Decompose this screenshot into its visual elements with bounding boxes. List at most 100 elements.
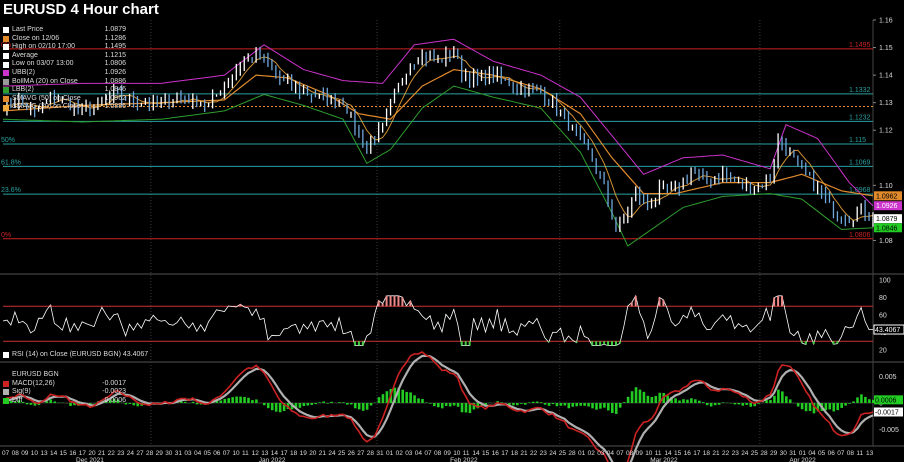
- x-tick-label: 22: [722, 450, 730, 457]
- macd-diff-bar: [409, 392, 412, 403]
- legend-entry: High on 02/10 17:00 1.1495: [3, 43, 126, 52]
- legend-label: Sig(9): [12, 388, 31, 396]
- x-tick-label: 31: [789, 450, 797, 457]
- legend-value: -0.0017: [102, 379, 126, 387]
- macd-diff-bar: [433, 403, 436, 407]
- legend-value: -0.0023: [102, 388, 126, 396]
- legend-value: 0.0006: [104, 396, 126, 404]
- legend-entry: SMAVG (50) on Close 1.0962: [3, 95, 126, 104]
- macd-diff-bar: [836, 403, 840, 411]
- macd-diff-bar: [796, 403, 800, 407]
- macd-diff-bar: [417, 398, 420, 403]
- macd-diff-bar: [868, 399, 871, 403]
- macd-diff-bar: [235, 396, 238, 403]
- legend-swatch: [3, 380, 9, 387]
- macd-diff-bar: [654, 395, 658, 403]
- x-tick-label: 25: [559, 450, 567, 457]
- legend-swatch: [3, 70, 9, 77]
- legend-swatch: [3, 96, 9, 103]
- macd-diff-bar: [369, 403, 373, 406]
- price-tick-label: 1.14: [879, 73, 893, 80]
- legend-value: 1.1286: [104, 34, 126, 42]
- x-tick-label: 22: [530, 450, 538, 457]
- level-label: 1.1232: [849, 114, 871, 121]
- x-tick-label: 25: [751, 450, 759, 457]
- macd-diff-bar: [788, 399, 792, 403]
- legend-label: MACD(12,26): [12, 379, 55, 387]
- x-tick-label: 14: [50, 450, 58, 457]
- x-tick-label: 17: [280, 450, 288, 457]
- x-tick-label: 17: [79, 450, 87, 457]
- macd-diff-bar: [607, 403, 610, 411]
- macd-diff-bar: [785, 396, 788, 403]
- x-tick-label: 29: [156, 450, 164, 457]
- macd-diff-bar: [452, 403, 456, 406]
- macd-diff-bar: [191, 401, 195, 403]
- x-tick-label: 08: [434, 450, 442, 457]
- x-tick-label: 23: [117, 450, 125, 457]
- x-tick-label: 02: [588, 450, 596, 457]
- legend-label: Diff: [12, 396, 23, 404]
- macd-diff-bar: [781, 391, 784, 403]
- macd-diff-bar: [587, 403, 590, 407]
- macd-diff-bar: [650, 396, 654, 403]
- macd-diff-bar: [642, 391, 646, 403]
- legend-swatch: [3, 35, 9, 42]
- macd-diff-bar: [547, 403, 551, 406]
- macd-diff-bar: [531, 401, 535, 403]
- macd-diff-bar: [405, 391, 408, 403]
- legend-entry: MACD(12,26) -0.0017: [3, 380, 126, 389]
- macd-diff-bar: [674, 398, 677, 403]
- macd-diff-bar: [595, 403, 598, 410]
- level-left-label: 0%: [1, 232, 11, 239]
- macd-diff-bar: [749, 403, 753, 407]
- x-tick-label: 11: [856, 450, 863, 457]
- macd-diff-bar: [737, 403, 741, 405]
- price-legend: Last Price 1.0879 Close on 12/06 1.1286 High…: [3, 26, 126, 112]
- macd-diff-bar: [630, 391, 634, 403]
- x-tick-label: 06: [828, 450, 836, 457]
- macd-diff-bar: [278, 403, 282, 413]
- x-tick-label: 23: [732, 450, 740, 457]
- x-tick-label: 15: [674, 450, 682, 457]
- macd-diff-bar: [638, 389, 642, 403]
- macd-diff-bar: [401, 389, 405, 403]
- x-tick-label: 26: [348, 450, 356, 457]
- price-tag-text: 1.0962: [876, 193, 898, 200]
- x-tick-label: 30: [165, 450, 173, 457]
- legend-value: 1.1215: [104, 51, 126, 59]
- macd-diff-bar: [274, 403, 278, 412]
- macd-diff-bar: [603, 403, 606, 408]
- macd-diff-bar: [310, 403, 314, 405]
- price-tag-text: 1.0879: [876, 216, 898, 223]
- macd-diff-bar: [777, 389, 780, 403]
- x-tick-label: 01: [386, 450, 394, 457]
- level-label: 1.1495: [849, 42, 871, 49]
- legend-swatch: [3, 372, 9, 378]
- macd-diff-bar: [326, 403, 329, 404]
- x-tick-label: 17: [693, 450, 701, 457]
- x-tick-label: 19: [300, 450, 308, 457]
- level-label: 1.115: [849, 137, 866, 144]
- x-tick-label: 21: [98, 450, 106, 457]
- macd-diff-bar: [567, 403, 571, 409]
- macd-diff-bar: [460, 403, 464, 413]
- x-tick-label: 07: [2, 450, 10, 457]
- legend-value: 1.1495: [104, 43, 126, 51]
- legend-swatch: [3, 87, 9, 94]
- macd-tick-label: 0.005: [879, 374, 897, 381]
- rsi-line: [2, 294, 874, 346]
- x-tick-label: 02: [396, 450, 404, 457]
- legend-label: SMAVG (20) on Close: [12, 103, 81, 111]
- macd-diff-bar: [520, 403, 523, 404]
- macd-diff-bar: [701, 402, 705, 403]
- macd-diff-bar: [733, 403, 737, 405]
- macd-diff-bar: [456, 403, 460, 407]
- x-tick-label: 24: [328, 450, 336, 457]
- macd-diff-bar: [686, 399, 689, 403]
- level-left-label: 61.8%: [1, 159, 21, 166]
- legend-value: 1.0962: [104, 94, 126, 102]
- legend-entry: Average 1.1215: [3, 52, 126, 61]
- legend-entry: EURUSD BGN: [3, 371, 126, 380]
- legend-entry: SMAVG (20) on Close 1.0886: [3, 103, 126, 112]
